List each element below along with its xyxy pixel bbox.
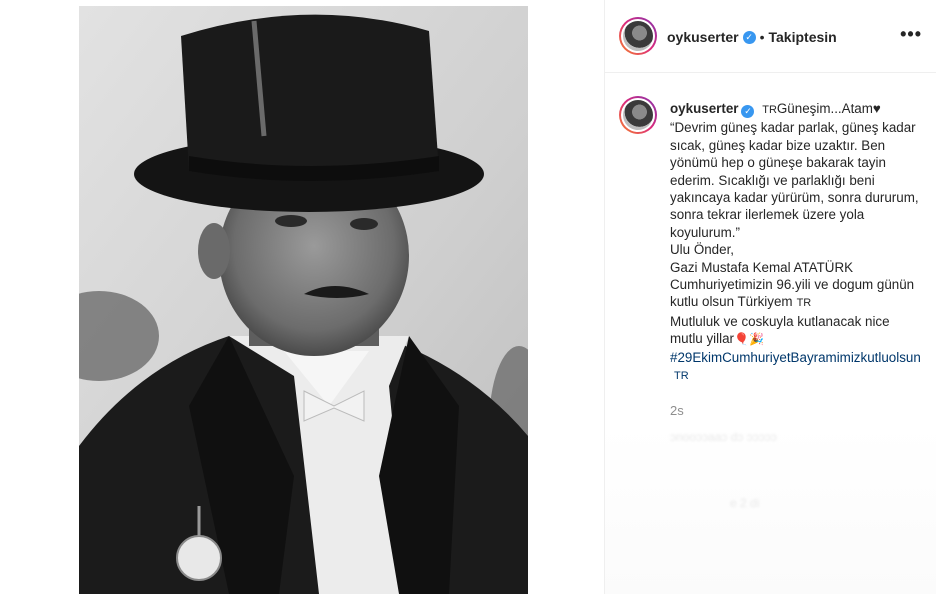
balloon-party-icon: 🎈🎉 — [734, 332, 764, 347]
caption-last-line: Mutluluk ve coskuyla kutlanacak nice mut… — [670, 313, 890, 347]
portrait-illustration — [79, 6, 528, 594]
hashtag-link[interactable]: #29EkimCumhuriyetBayramimizkutluolsun — [670, 350, 921, 365]
flag-tr-label: TR — [762, 104, 777, 116]
post-header: oykuserter ✓ • Takiptesin ••• — [605, 0, 936, 73]
flag-tr-label: TR — [796, 297, 812, 310]
author-username[interactable]: oykuserter — [667, 29, 739, 45]
post-timestamp[interactable]: 2s — [670, 403, 684, 418]
caption-avatar[interactable] — [619, 96, 657, 134]
caption-text: oykuserter ✓ TRGüneşim...Atam♥ “Devrim gü… — [670, 100, 925, 386]
caption-body: “Devrim güneş kadar parlak, güneş kadar … — [670, 120, 919, 310]
author-avatar[interactable] — [619, 17, 657, 55]
flag-tr-label: TR — [674, 370, 689, 383]
avatar-image — [623, 100, 653, 130]
separator-dot: • — [759, 29, 765, 45]
avatar-image — [623, 21, 653, 51]
heart-icon: ♥ — [872, 101, 881, 116]
avatar-ring — [621, 98, 655, 132]
caption-block: oykuserter ✓ TRGüneşim...Atam♥ “Devrim gü… — [605, 72, 936, 594]
ghost-comment: e 2 di — [730, 496, 760, 510]
more-options-icon[interactable]: ••• — [900, 24, 922, 45]
media-pane — [0, 0, 605, 594]
ghost-comment: ɔnooɔɔaaɔ dɔ ɔɔɔɔɔ — [670, 430, 777, 444]
faded-comments-area: ɔnooɔɔaaɔ dɔ ɔɔɔɔɔ e 2 di — [605, 424, 936, 594]
post-sidebar: oykuserter ✓ • Takiptesin ••• oykuserter… — [605, 0, 936, 594]
avatar-ring — [621, 19, 655, 53]
following-button[interactable]: Takiptesin — [769, 29, 837, 45]
header-user-line: oykuserter ✓ • Takiptesin — [667, 29, 837, 45]
post-photo[interactable] — [79, 6, 528, 594]
verified-badge-icon: ✓ — [742, 30, 756, 44]
caption-username[interactable]: oykuserter — [670, 101, 738, 116]
caption-title: Güneşim...Atam — [776, 101, 873, 116]
verified-badge-icon: ✓ — [741, 105, 755, 119]
